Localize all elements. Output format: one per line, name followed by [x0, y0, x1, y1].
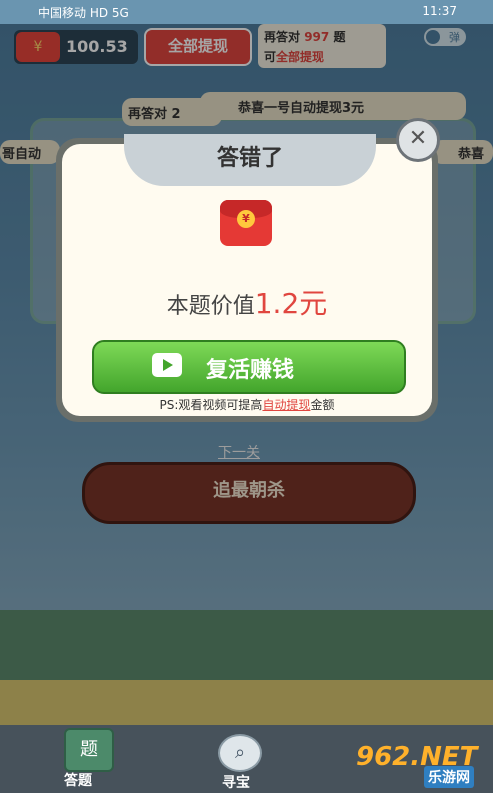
nav-treasure[interactable]: ⌕ 寻宝	[208, 734, 268, 791]
status-bar: 中国移动 HD 5G 11:37	[0, 0, 493, 24]
answer-icon: 题	[64, 728, 114, 772]
site-watermark: 962.NET 乐游网	[356, 742, 478, 788]
close-icon[interactable]: ✕	[396, 118, 440, 162]
modal-title: 答错了	[124, 134, 376, 186]
revive-earn-button[interactable]: 复活赚钱	[92, 340, 406, 394]
red-packet-icon: ¥	[220, 200, 272, 246]
clock: 11:37	[422, 4, 457, 18]
revive-button-label: 复活赚钱	[206, 358, 295, 383]
question-value: 本题价值1.2元	[166, 287, 328, 320]
nav-treasure-label: 寻宝	[222, 775, 250, 791]
ps-note: PS:观看视频可提高自动提现金额	[159, 398, 335, 412]
nav-answer-label: 答题	[64, 773, 92, 789]
nav-answer[interactable]: 题 答题	[58, 728, 118, 789]
magnifier-icon: ⌕	[218, 734, 262, 772]
carrier-label: 中国移动 HD 5G	[38, 6, 129, 20]
video-play-icon	[152, 353, 182, 377]
